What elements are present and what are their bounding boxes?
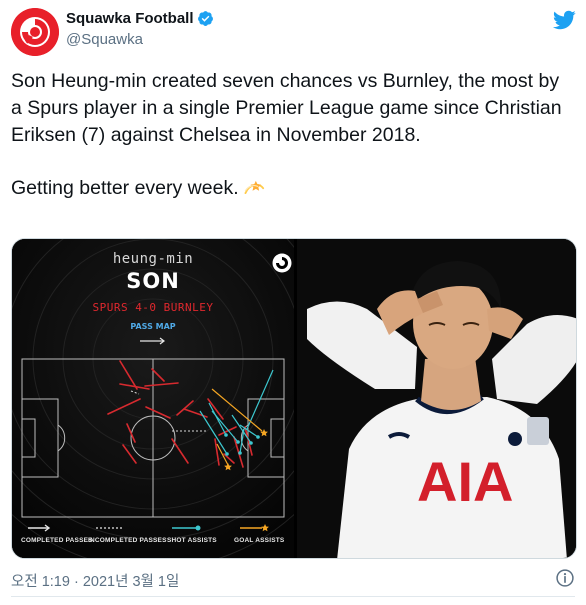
shirt-sponsor-logo: AIA bbox=[417, 450, 513, 513]
legend-completed: COMPLETED PASSES bbox=[21, 537, 93, 544]
pass-map-first-name: heung-min bbox=[112, 251, 194, 267]
verified-badge-icon bbox=[197, 11, 213, 26]
squawka-logo-icon[interactable] bbox=[11, 8, 59, 56]
legend-goal-assists: GOAL ASSISTS bbox=[234, 537, 285, 544]
footer-divider bbox=[11, 596, 575, 597]
display-name[interactable]: Squawka Football bbox=[66, 10, 194, 27]
tweet-media[interactable]: heung-min SON SPURS 4-0 BURNLEY PASS MAP… bbox=[11, 238, 577, 559]
tweet-paragraph-2: Getting better every week. bbox=[11, 175, 571, 202]
author-name-row[interactable]: Squawka Football bbox=[66, 10, 214, 27]
pass-map-match: SPURS 4-0 BURNLEY bbox=[92, 301, 214, 314]
pass-map-label: PASS MAP bbox=[130, 322, 176, 331]
legend-shot-assists: SHOT ASSISTS bbox=[167, 537, 217, 544]
tweet-text: Son Heung-min created seven chances vs B… bbox=[11, 68, 571, 202]
twitter-bird-icon[interactable] bbox=[552, 8, 576, 32]
player-photo[interactable]: AIA bbox=[297, 239, 576, 558]
squawka-logo-icon bbox=[272, 253, 292, 273]
pass-map-last-name: SON bbox=[126, 269, 180, 293]
tweet-paragraph-2-text: Getting better every week. bbox=[11, 177, 239, 199]
player-celebration-image: AIA bbox=[297, 239, 576, 558]
info-icon[interactable] bbox=[555, 568, 575, 588]
direction-arrow-icon bbox=[140, 337, 165, 345]
legend-incompleted: INCOMPLETED PASSES bbox=[88, 537, 167, 544]
pass-map-graphic[interactable]: heung-min SON SPURS 4-0 BURNLEY PASS MAP… bbox=[12, 239, 294, 558]
tweet-timestamp[interactable]: 오전 1:19 · 2021년 3월 1일 bbox=[11, 570, 179, 591]
tweet-card: Squawka Football @Squawka Son Heung-min … bbox=[0, 0, 586, 605]
author-handle[interactable]: @Squawka bbox=[66, 31, 143, 48]
dizzy-star-emoji-icon bbox=[244, 180, 264, 195]
tweet-paragraph-1: Son Heung-min created seven chances vs B… bbox=[11, 70, 562, 146]
